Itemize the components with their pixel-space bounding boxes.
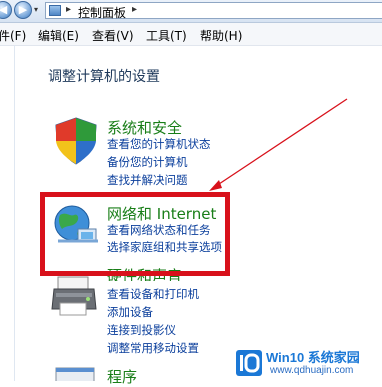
watermark-url: www.qdhuajin.com (270, 365, 354, 376)
watermark: Win10 系统家园 www.qdhuajin.com (236, 344, 382, 381)
watermark-brand: Win10 系统家园 (266, 350, 360, 365)
win10-logo-icon (236, 350, 262, 376)
annotation-arrow-icon (209, 98, 348, 191)
